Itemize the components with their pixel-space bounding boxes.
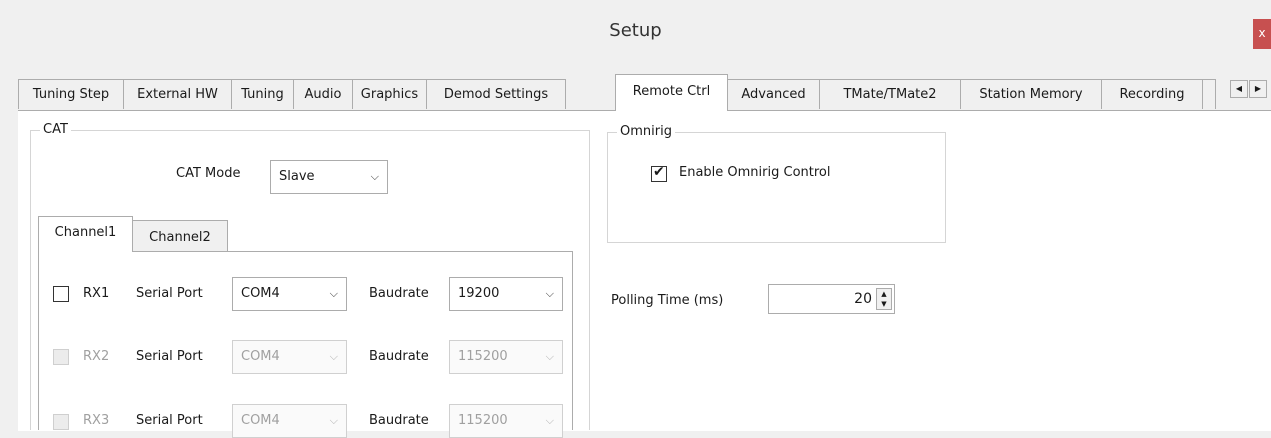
tab-recording[interactable]: Recording [1101,79,1203,109]
rx1-checkbox[interactable] [53,286,69,302]
rx3-checkbox[interactable] [53,414,69,430]
window-title: Setup [609,20,662,41]
tab-scroll-left-icon[interactable]: ◀ [1230,80,1248,98]
rx2-serial-port-select[interactable]: COM4 ⌵ [232,340,347,374]
spin-down-icon[interactable]: ▼ [877,299,891,309]
rx3-serial-port-select[interactable]: COM4 ⌵ [232,404,347,438]
cat-mode-label: CAT Mode [176,166,241,181]
rx2-label: RX2 [83,349,110,364]
spinner-buttons[interactable]: ▲ ▼ [876,288,892,310]
close-button[interactable]: x [1253,19,1271,49]
rx1-label: RX1 [83,286,110,301]
tab-external-hw[interactable]: External HW [123,79,232,109]
spin-up-icon[interactable]: ▲ [877,289,891,299]
chevron-down-icon: ⌵ [545,350,554,363]
chevron-down-icon: ⌵ [329,287,338,300]
polling-time-spinner[interactable]: 20 ▲ ▼ [768,284,895,314]
rx2-checkbox[interactable] [53,349,69,365]
chevron-down-icon: ⌵ [329,350,338,363]
tab-remote-ctrl[interactable]: Remote Ctrl [615,74,728,111]
polling-time-value: 20 [854,291,872,307]
rx1-port-value: COM4 [241,286,280,301]
tab-tmate[interactable]: TMate/TMate2 [819,79,961,109]
rx1-serial-port-select[interactable]: COM4 ⌵ [232,277,347,311]
chevron-down-icon: ⌵ [329,414,338,427]
polling-time-label: Polling Time (ms) [611,293,724,308]
tab-graphics[interactable]: Graphics [352,79,427,109]
check-icon: ✔ [653,164,665,180]
rx3-serial-port-label: Serial Port [136,413,203,428]
tab-tuning-step[interactable]: Tuning Step [18,79,124,109]
rx3-baudrate-label: Baudrate [369,413,429,428]
omnirig-group-label: Omnirig [617,124,675,139]
rx1-serial-port-label: Serial Port [136,286,203,301]
cat-mode-value: Slave [279,169,315,184]
tab-channel1[interactable]: Channel1 [38,216,133,252]
rx3-label: RX3 [83,413,110,428]
tab-scroll-right-icon[interactable]: ▶ [1249,80,1267,98]
tab-partial[interactable] [1202,79,1216,109]
rx1-baudrate-label: Baudrate [369,286,429,301]
tab-audio[interactable]: Audio [293,79,353,109]
rx3-baudrate-select[interactable]: 115200 ⌵ [449,404,563,438]
rx2-baudrate-select[interactable]: 115200 ⌵ [449,340,563,374]
chevron-down-icon: ⌵ [370,170,379,183]
tab-station-memory[interactable]: Station Memory [960,79,1102,109]
omnirig-group [607,132,946,243]
enable-omnirig-checkbox[interactable]: ✔ [651,164,667,182]
cat-mode-select[interactable]: Slave ⌵ [270,160,388,194]
cat-group-label: CAT [40,122,71,137]
rx2-port-value: COM4 [241,349,280,364]
rx2-baud-value: 115200 [458,349,508,364]
chevron-down-icon: ⌵ [545,414,554,427]
rx3-port-value: COM4 [241,413,280,428]
rx1-baud-value: 19200 [458,286,500,301]
tab-tuning[interactable]: Tuning [231,79,294,109]
tab-demod-settings[interactable]: Demod Settings [426,79,566,109]
rx1-baudrate-select[interactable]: 19200 ⌵ [449,277,563,311]
rx3-baud-value: 115200 [458,413,508,428]
chevron-down-icon: ⌵ [545,287,554,300]
tab-channel2[interactable]: Channel2 [132,220,228,252]
enable-omnirig-label: Enable Omnirig Control [679,165,831,180]
rx2-serial-port-label: Serial Port [136,349,203,364]
tab-advanced[interactable]: Advanced [727,79,820,109]
rx2-baudrate-label: Baudrate [369,349,429,364]
